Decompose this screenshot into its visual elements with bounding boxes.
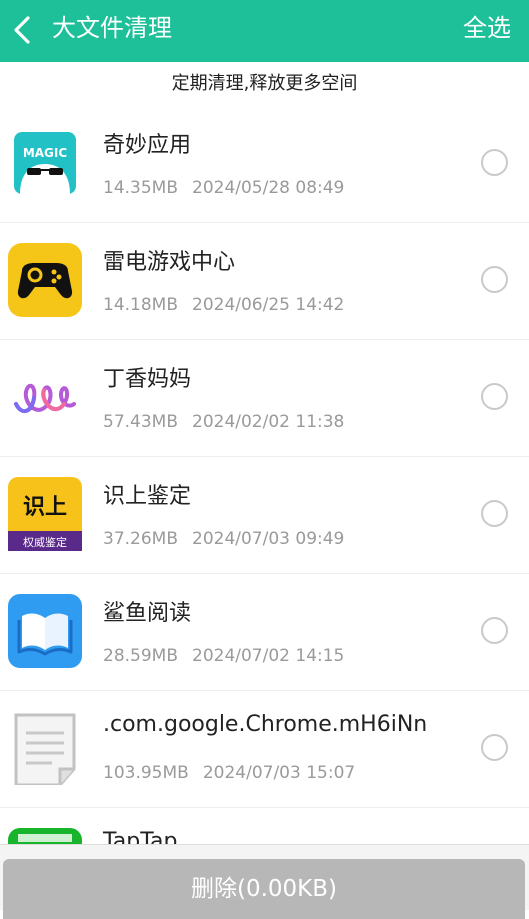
item-date: 2024/07/03 15:07 [202, 763, 356, 783]
delete-button[interactable]: 删除(0.00KB) [3, 859, 525, 919]
item-size: 37.26MB [103, 529, 178, 549]
page-title: 大文件清理 [52, 14, 172, 42]
item-meta: 37.26MB 2024/07/03 09:49 [103, 529, 344, 549]
select-radio[interactable] [481, 734, 508, 761]
item-name: 奇妙应用 [103, 133, 192, 158]
list-item[interactable]: 鲨鱼阅读 28.59MB 2024/07/02 14:15 [0, 574, 529, 691]
file-list[interactable]: MAGIC 奇妙应用 14.35MB 2024/05/28 08:49 雷电游戏中… [0, 106, 529, 844]
item-date: 2024/07/02 14:15 [192, 646, 345, 666]
select-radio[interactable] [481, 617, 508, 644]
footer-bar: 删除(0.00KB) [0, 844, 529, 919]
taptap-app-icon [8, 828, 82, 844]
item-name: .com.google.Chrome.mH6iNn [103, 712, 428, 737]
item-name: TapTap [103, 829, 178, 844]
document-file-icon [14, 713, 76, 785]
gamepad-icon [8, 243, 82, 317]
item-size: 14.18MB [103, 295, 178, 315]
item-meta: 14.35MB 2024/05/28 08:49 [103, 178, 344, 198]
list-item[interactable]: .com.google.Chrome.mH6iNn 103.95MB 2024/0… [0, 691, 529, 808]
book-icon [8, 594, 82, 668]
item-date: 2024/06/25 14:42 [192, 295, 345, 315]
svg-text:MAGIC: MAGIC [23, 146, 68, 160]
subtitle-text: 定期清理,释放更多空间 [171, 73, 358, 94]
item-meta: 14.18MB 2024/06/25 14:42 [103, 295, 344, 315]
list-item[interactable]: MAGIC 奇妙应用 14.35MB 2024/05/28 08:49 [0, 106, 529, 223]
dingxiang-logo-icon [14, 383, 76, 414]
svg-text:识上: 识上 [23, 495, 67, 520]
item-meta: 103.95MB 2024/07/03 15:07 [103, 763, 355, 783]
list-item[interactable]: 丁香妈妈 57.43MB 2024/02/02 11:38 [0, 340, 529, 457]
item-meta: 57.43MB 2024/02/02 11:38 [103, 412, 344, 432]
item-date: 2024/05/28 08:49 [192, 178, 345, 198]
item-meta: 28.59MB 2024/07/02 14:15 [103, 646, 344, 666]
item-size: 14.35MB [103, 178, 178, 198]
magic-app-icon: MAGIC [14, 132, 76, 194]
item-name: 丁香妈妈 [103, 367, 192, 392]
back-arrow-icon[interactable] [6, 10, 40, 50]
item-name: 识上鉴定 [103, 484, 192, 509]
item-name: 雷电游戏中心 [103, 250, 236, 275]
item-name: 鲨鱼阅读 [103, 601, 192, 626]
shishang-app-icon: 识上 权威鉴定 [8, 477, 82, 551]
list-item[interactable]: TapTap [0, 808, 529, 844]
item-size: 28.59MB [103, 646, 178, 666]
item-date: 2024/07/03 09:49 [192, 529, 345, 549]
select-radio[interactable] [481, 500, 508, 527]
select-radio[interactable] [481, 266, 508, 293]
svg-text:权威鉴定: 权威鉴定 [23, 535, 67, 549]
select-all-button[interactable]: 全选 [463, 12, 511, 44]
top-bar: 大文件清理 全选 [0, 0, 529, 62]
list-item[interactable]: 识上 权威鉴定 识上鉴定 37.26MB 2024/07/03 09:49 [0, 457, 529, 574]
item-size: 57.43MB [103, 412, 178, 432]
select-radio[interactable] [481, 383, 508, 410]
item-size: 103.95MB [103, 763, 189, 783]
list-item[interactable]: 雷电游戏中心 14.18MB 2024/06/25 14:42 [0, 223, 529, 340]
item-date: 2024/02/02 11:38 [192, 412, 345, 432]
select-radio[interactable] [481, 149, 508, 176]
